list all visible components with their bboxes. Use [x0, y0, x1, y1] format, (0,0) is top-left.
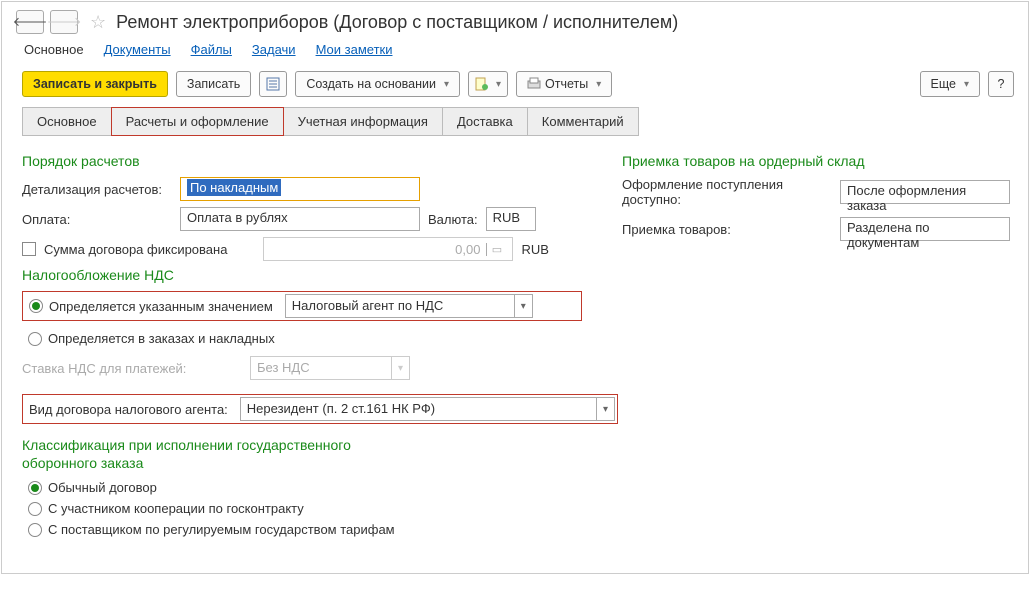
window: 🡐 🡒 ☆ Ремонт электроприборов (Договор с … [1, 1, 1029, 574]
list-icon-button[interactable] [259, 71, 287, 97]
save-close-button[interactable]: Записать и закрыть [22, 71, 168, 97]
tab-calculations[interactable]: Расчеты и оформление [111, 107, 284, 136]
defense-supplier-label: С поставщиком по регулируемым государств… [48, 522, 395, 537]
amount-value: 0,00 [270, 239, 486, 260]
chevron-down-icon: ▾ [496, 79, 501, 90]
header: 🡐 🡒 ☆ Ремонт электроприборов (Договор с … [2, 2, 1028, 38]
calculator-icon[interactable]: ▭ [486, 243, 506, 256]
more-button[interactable]: Еще ▾ [920, 71, 980, 97]
nav-tasks[interactable]: Задачи [252, 42, 296, 57]
currency-label: Валюта: [428, 212, 478, 227]
nav-documents[interactable]: Документы [104, 42, 171, 57]
chevron-down-icon[interactable]: ▾ [514, 295, 532, 317]
report-icon [475, 77, 488, 91]
fixed-sum-checkbox[interactable] [22, 242, 36, 256]
section-order-title: Порядок расчетов [22, 153, 582, 169]
form-tabs: Основное Расчеты и оформление Учетная ин… [22, 107, 1008, 137]
vat-rate-value: Без НДС [251, 357, 391, 379]
agent-type-value: Нерезидент (п. 2 ст.161 НК РФ) [241, 398, 596, 420]
defense-supplier-radio[interactable] [28, 523, 42, 537]
chevron-down-icon[interactable]: ▾ [596, 398, 614, 420]
payment-label: Оплата: [22, 212, 172, 227]
nav-main[interactable]: Основное [24, 42, 84, 57]
receipt-goods-field[interactable]: Разделена по документам [840, 217, 1010, 241]
detail-value: По накладным [187, 179, 281, 196]
chevron-down-icon: ▾ [444, 79, 449, 90]
receipt-goods-label: Приемка товаров: [622, 222, 832, 237]
forward-button[interactable]: 🡒 [50, 10, 78, 34]
receipt-avail-field[interactable]: После оформления заказа [840, 180, 1010, 204]
defense-normal-label: Обычный договор [48, 480, 157, 495]
payment-field[interactable]: Оплата в рублях [180, 207, 420, 231]
vat-rate-select[interactable]: Без НДС ▾ [250, 356, 410, 380]
chevron-down-icon: ▾ [596, 79, 601, 90]
amount-field[interactable]: 0,00 ▭ [263, 237, 513, 261]
create-from-label: Создать на основании [306, 77, 436, 91]
tab-main[interactable]: Основное [22, 107, 112, 136]
tab-comment[interactable]: Комментарий [527, 107, 639, 136]
toolbar: Записать и закрыть Записать Создать на о… [2, 67, 1028, 107]
left-column: Порядок расчетов Детализация расчетов: П… [22, 147, 582, 543]
reports-button[interactable]: Отчеты ▾ [516, 71, 612, 97]
attach-button[interactable]: ▾ [468, 71, 508, 97]
vat-by-orders-radio[interactable] [28, 332, 42, 346]
vat-mode-value: Налоговый агент по НДС [286, 295, 514, 317]
tab-delivery[interactable]: Доставка [442, 107, 528, 136]
page-title: Ремонт электроприборов (Договор с постав… [116, 12, 678, 33]
help-button[interactable]: ? [988, 71, 1014, 97]
detail-field[interactable]: По накладным [180, 177, 420, 201]
vat-by-value-label: Определяется указанным значением [49, 299, 273, 314]
reports-label: Отчеты [545, 77, 588, 91]
vat-rate-label: Ставка НДС для платежей: [22, 361, 242, 376]
tab-accounting[interactable]: Учетная информация [283, 107, 443, 136]
defense-coop-radio[interactable] [28, 502, 42, 516]
section-receipt-title: Приемка товаров на ордерный склад [622, 153, 1010, 169]
favorite-star-icon[interactable]: ☆ [90, 12, 106, 33]
vat-mode-select[interactable]: Налоговый агент по НДС ▾ [285, 294, 533, 318]
vat-by-orders-label: Определяется в заказах и накладных [48, 331, 275, 346]
agent-type-label: Вид договора налогового агента: [25, 399, 232, 420]
chevron-down-icon: ▾ [964, 79, 969, 90]
vat-by-value-radio[interactable] [29, 299, 43, 313]
more-label: Еще [931, 77, 956, 91]
receipt-avail-label: Оформление поступления доступно: [622, 177, 832, 207]
nav-notes[interactable]: Мои заметки [316, 42, 393, 57]
section-defense-title: Классификация при исполнении государстве… [22, 436, 402, 472]
defense-normal-radio[interactable] [28, 481, 42, 495]
detail-label: Детализация расчетов: [22, 182, 172, 197]
list-icon [266, 77, 280, 91]
nav-files[interactable]: Файлы [191, 42, 232, 57]
back-button[interactable]: 🡐 [16, 10, 44, 34]
agent-type-select[interactable]: Нерезидент (п. 2 ст.161 НК РФ) ▾ [240, 397, 615, 421]
section-nav: Основное Документы Файлы Задачи Мои заме… [2, 38, 1028, 67]
create-from-button[interactable]: Создать на основании ▾ [295, 71, 460, 97]
chevron-down-icon[interactable]: ▾ [391, 357, 409, 379]
amount-currency: RUB [521, 242, 548, 257]
print-icon [527, 77, 541, 91]
defense-coop-label: С участником кооперации по госконтракту [48, 501, 304, 516]
content: Порядок расчетов Детализация расчетов: П… [2, 137, 1028, 553]
section-vat-title: Налогообложение НДС [22, 267, 582, 283]
fixed-sum-label: Сумма договора фиксирована [44, 242, 227, 257]
right-column: Приемка товаров на ордерный склад Оформл… [622, 147, 1010, 543]
save-button[interactable]: Записать [176, 71, 251, 97]
currency-field[interactable]: RUB [486, 207, 536, 231]
